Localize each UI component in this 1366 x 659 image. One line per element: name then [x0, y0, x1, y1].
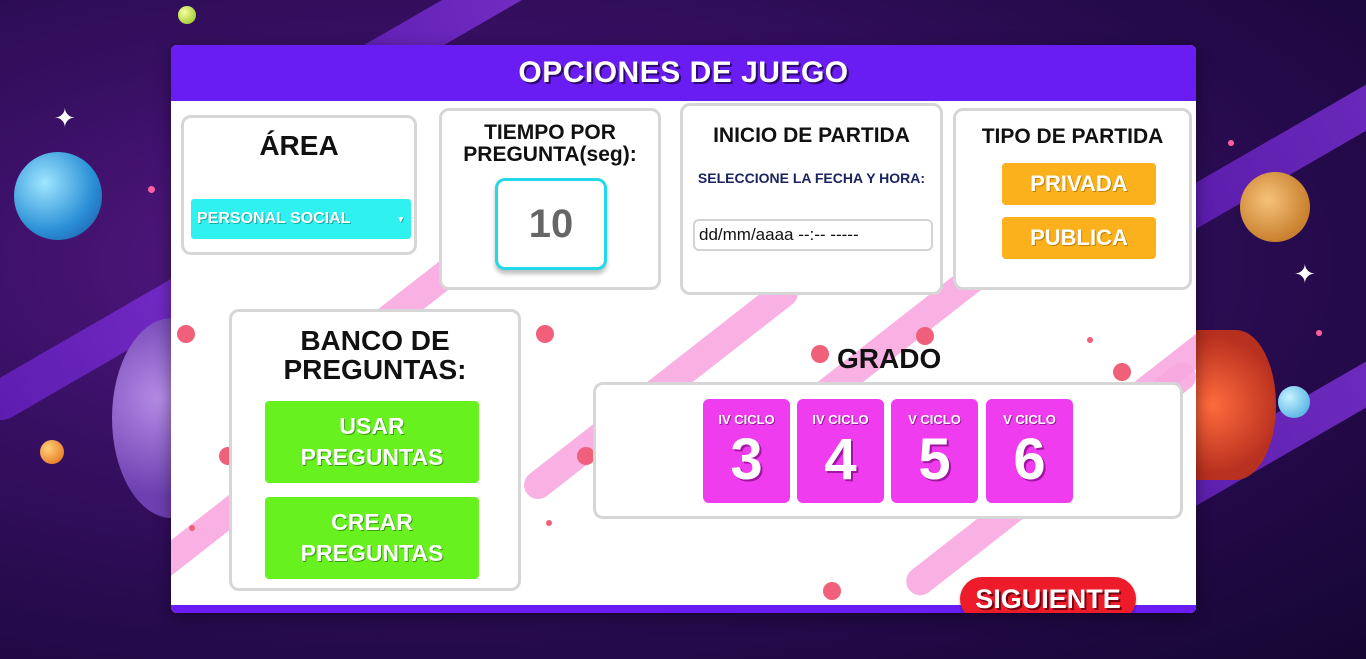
- start-title: INICIO DE PARTIDA: [713, 124, 910, 147]
- chevron-down-icon: ▾: [398, 213, 403, 224]
- question-bank-card: BANCO DE PREGUNTAS: USAR PREGUNTAS CREAR…: [229, 309, 521, 591]
- grade-option-3[interactable]: IV CICLO 3: [703, 399, 790, 503]
- grade-cycle-label: IV CICLO: [812, 412, 869, 427]
- red-planet: [1196, 330, 1276, 480]
- time-title: TIEMPO POR PREGUNTA(seg):: [463, 121, 637, 167]
- small-blue-planet: [1278, 386, 1310, 418]
- area-card: ÁREA PERSONAL SOCIAL ▾: [181, 115, 417, 255]
- private-button[interactable]: PRIVADA: [1002, 163, 1156, 205]
- start-subtitle: SELECCIONE LA FECHA Y HORA:: [697, 170, 926, 187]
- blue-planet: [14, 152, 102, 240]
- star-icon: ✦: [1294, 260, 1316, 290]
- time-per-question-input[interactable]: 10: [495, 178, 607, 270]
- star-icon: ✦: [54, 104, 76, 134]
- small-yellow-planet: [178, 6, 196, 24]
- game-type-title: TIPO DE PARTIDA: [981, 125, 1164, 148]
- start-datetime-input[interactable]: dd/mm/aaaa --:-- -----: [693, 219, 933, 251]
- public-button[interactable]: PUBLICA: [1002, 217, 1156, 259]
- start-card: INICIO DE PARTIDA SELECCIONE LA FECHA Y …: [680, 103, 943, 295]
- cookie-planet: [1240, 172, 1310, 242]
- grade-card: IV CICLO 3 IV CICLO 4 V CICLO 5 V CICLO …: [593, 382, 1183, 519]
- grade-number: 5: [918, 427, 951, 492]
- grade-title: GRADO: [837, 343, 942, 374]
- grade-option-5[interactable]: V CICLO 5: [891, 399, 978, 503]
- grade-cycle-label: IV CICLO: [718, 412, 775, 427]
- use-questions-button[interactable]: USAR PREGUNTAS: [265, 401, 479, 483]
- create-questions-button[interactable]: CREAR PREGUNTAS: [265, 497, 479, 579]
- area-select-value: PERSONAL SOCIAL: [197, 210, 351, 227]
- grade-number: 4: [824, 427, 857, 492]
- grade-option-4[interactable]: IV CICLO 4: [797, 399, 884, 503]
- area-select[interactable]: PERSONAL SOCIAL ▾: [191, 199, 411, 239]
- question-bank-title: BANCO DE PREGUNTAS:: [283, 325, 467, 386]
- grade-cycle-label: V CICLO: [908, 412, 961, 427]
- grade-option-6[interactable]: V CICLO 6: [986, 399, 1073, 503]
- area-title: ÁREA: [259, 130, 339, 161]
- game-type-card: TIPO DE PARTIDA PRIVADA PUBLICA: [953, 108, 1192, 290]
- small-orange-planet: [40, 440, 64, 464]
- game-options-panel: OPCIONES DE JUEGO ÁREA PERSONAL SOCIAL ▾…: [171, 45, 1196, 613]
- grade-number: 6: [1013, 427, 1046, 492]
- page-title: OPCIONES DE JUEGO: [171, 45, 1196, 101]
- grade-number: 3: [730, 427, 763, 492]
- next-button[interactable]: SIGUIENTE: [960, 577, 1136, 613]
- time-card: TIEMPO POR PREGUNTA(seg): 10: [439, 108, 661, 290]
- grade-cycle-label: V CICLO: [1003, 412, 1056, 427]
